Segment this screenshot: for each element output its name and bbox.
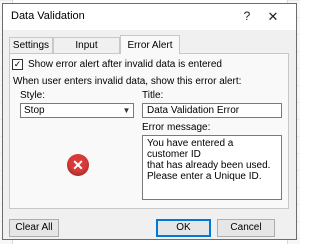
tab-input-message[interactable]: Input Message: [53, 37, 120, 67]
show-error-alert-label[interactable]: Show error alert after invalid data is e…: [28, 59, 222, 70]
title-label: Title:: [142, 90, 164, 101]
title-input[interactable]: Data Validation Error: [142, 103, 282, 118]
error-message-label: Error message:: [142, 122, 211, 133]
style-dropdown-value: Stop: [24, 105, 45, 116]
style-dropdown[interactable]: Stop ▼: [20, 103, 134, 118]
clear-all-button[interactable]: Clear All: [9, 219, 59, 237]
cancel-button[interactable]: Cancel: [217, 219, 275, 237]
style-label: Style:: [20, 90, 46, 101]
error-message-textarea[interactable]: You have entered a customer ID that has …: [142, 135, 282, 200]
close-button[interactable]: ✕: [264, 8, 282, 26]
show-error-alert-checkbox[interactable]: ✓: [12, 59, 23, 70]
chevron-down-icon: ▼: [122, 106, 131, 115]
tab-error-alert[interactable]: Error Alert: [120, 35, 180, 54]
tab-settings[interactable]: Settings: [9, 37, 53, 53]
ok-button[interactable]: OK: [156, 219, 211, 237]
title-bar: Data Validation ? ✕: [3, 4, 296, 30]
help-button[interactable]: ?: [239, 8, 255, 24]
section-label: When user enters invalid data, show this…: [13, 76, 242, 87]
data-validation-dialog: Data Validation ? ✕ Settings Input Messa…: [2, 3, 297, 240]
dialog-title: Data Validation: [11, 10, 85, 22]
tab-strip: Settings Input Message Error Alert: [3, 35, 296, 67]
error-stop-icon: ✕: [67, 154, 89, 176]
